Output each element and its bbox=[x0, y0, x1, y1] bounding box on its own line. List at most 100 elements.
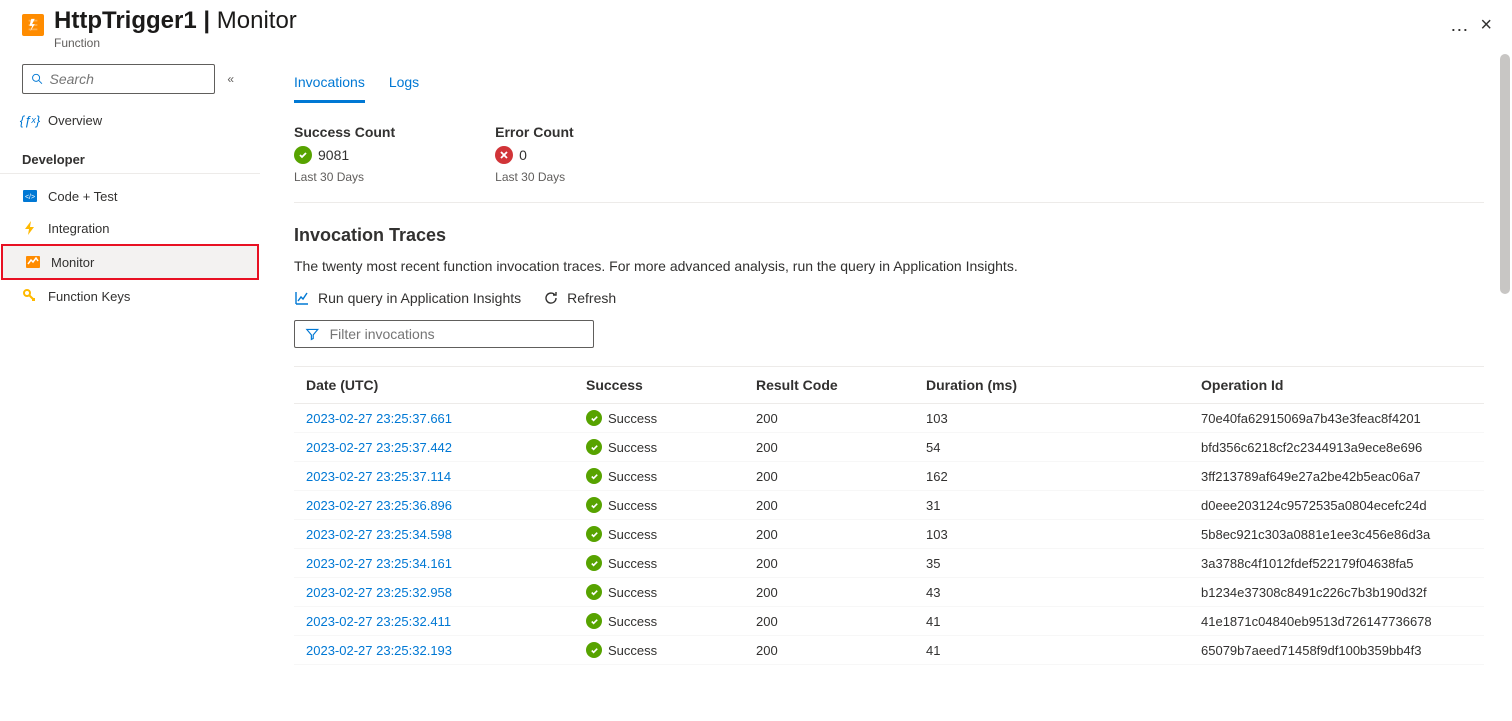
duration: 31 bbox=[914, 491, 1189, 520]
error-x-icon bbox=[495, 146, 513, 164]
duration: 41 bbox=[914, 607, 1189, 636]
success-cell: Success bbox=[586, 468, 732, 484]
col-header-duration[interactable]: Duration (ms) bbox=[914, 367, 1189, 404]
result-code: 200 bbox=[744, 433, 914, 462]
integration-icon bbox=[22, 220, 38, 236]
operation-id: 65079b7aeed71458f9df100b359bb4f3 bbox=[1189, 636, 1484, 665]
refresh-icon bbox=[543, 290, 559, 306]
sidebar-item-function-keys[interactable]: Function Keys bbox=[0, 280, 260, 312]
success-check-icon bbox=[586, 584, 602, 600]
col-header-success[interactable]: Success bbox=[574, 367, 744, 404]
tab-invocations[interactable]: Invocations bbox=[294, 68, 365, 103]
success-check-icon bbox=[586, 497, 602, 513]
main-content: Invocations Logs Success Count 9081 Last… bbox=[260, 54, 1512, 715]
invocation-date-link[interactable]: 2023-02-27 23:25:37.442 bbox=[306, 440, 452, 455]
duration: 162 bbox=[914, 462, 1189, 491]
invocation-traces-table: Date (UTC) Success Result Code Duration … bbox=[294, 366, 1484, 665]
sidebar-item-overview[interactable]: {ƒx} Overview bbox=[0, 104, 260, 136]
operation-id: 3ff213789af649e27a2be42b5eac06a7 bbox=[1189, 462, 1484, 491]
table-row: 2023-02-27 23:25:34.161Success200353a378… bbox=[294, 549, 1484, 578]
sidebar-section-developer: Developer bbox=[0, 136, 260, 174]
result-code: 200 bbox=[744, 404, 914, 433]
table-row: 2023-02-27 23:25:32.411 Success 2004141e18… bbox=[294, 607, 1484, 636]
function-keys-icon bbox=[22, 288, 38, 304]
operation-id: d0eee203124c9572535a0804ecefc24d bbox=[1189, 491, 1484, 520]
result-code: 200 bbox=[744, 607, 914, 636]
table-row: 2023-02-27 23:25:36.896 Success 20031d0eee… bbox=[294, 491, 1484, 520]
search-input-wrap[interactable] bbox=[22, 64, 215, 94]
success-cell: Success bbox=[586, 555, 732, 571]
result-code: 200 bbox=[744, 491, 914, 520]
duration: 103 bbox=[914, 404, 1189, 433]
col-header-operation[interactable]: Operation Id bbox=[1189, 367, 1484, 404]
scrollbar-thumb[interactable] bbox=[1500, 54, 1510, 294]
scrollbar[interactable] bbox=[1500, 54, 1510, 715]
duration: 103 bbox=[914, 520, 1189, 549]
success-cell: Success bbox=[586, 497, 732, 513]
stat-error-title: Error Count bbox=[495, 124, 574, 140]
success-check-icon bbox=[586, 410, 602, 426]
duration: 41 bbox=[914, 636, 1189, 665]
duration: 54 bbox=[914, 433, 1189, 462]
success-cell: Success bbox=[586, 613, 732, 629]
invocation-date-link[interactable]: 2023-02-27 23:25:32.411 bbox=[306, 614, 451, 629]
refresh-button[interactable]: Refresh bbox=[543, 288, 616, 308]
invocation-date-link[interactable]: 2023-02-27 23:25:37.661 bbox=[306, 411, 452, 426]
duration: 35 bbox=[914, 549, 1189, 578]
filter-input[interactable] bbox=[330, 326, 583, 342]
search-input[interactable] bbox=[50, 71, 207, 87]
invocation-traces-desc: The twenty most recent function invocati… bbox=[294, 258, 1484, 274]
success-check-icon bbox=[294, 146, 312, 164]
sidebar-item-integration[interactable]: Integration bbox=[0, 212, 260, 244]
invocation-date-link[interactable]: 2023-02-27 23:25:36.896 bbox=[306, 498, 452, 513]
tabs: Invocations Logs bbox=[294, 68, 1484, 104]
operation-id: b1234e37308c8491c226c7b3b190d32f bbox=[1189, 578, 1484, 607]
stat-success: Success Count 9081 Last 30 Days bbox=[294, 124, 395, 184]
sidebar-item-monitor[interactable]: Monitor bbox=[1, 244, 259, 280]
result-code: 200 bbox=[744, 520, 914, 549]
col-header-date[interactable]: Date (UTC) bbox=[294, 367, 574, 404]
success-check-icon bbox=[586, 613, 602, 629]
invocation-date-link[interactable]: 2023-02-27 23:25:32.193 bbox=[306, 643, 452, 658]
collapse-sidebar-button[interactable]: « bbox=[223, 68, 238, 90]
sidebar-item-code-test[interactable]: </> Code + Test bbox=[0, 180, 260, 212]
operation-id: 41e1871c04840eb9513d726147736678 bbox=[1189, 607, 1484, 636]
result-code: 200 bbox=[744, 578, 914, 607]
col-header-result[interactable]: Result Code bbox=[744, 367, 914, 404]
invocation-date-link[interactable]: 2023-02-27 23:25:34.161 bbox=[306, 556, 452, 571]
monitor-icon bbox=[25, 254, 41, 270]
operation-id: 5b8ec921c303a0881e1ee3c456e86d3a bbox=[1189, 520, 1484, 549]
success-cell: Success bbox=[586, 584, 732, 600]
result-code: 200 bbox=[744, 636, 914, 665]
close-button[interactable]: × bbox=[1474, 14, 1498, 37]
table-row: 2023-02-27 23:25:34.598 Success 2001035b8e… bbox=[294, 520, 1484, 549]
operation-id: bfd356c6218cf2c2344913a9ece8e696 bbox=[1189, 433, 1484, 462]
overview-icon: {ƒx} bbox=[22, 112, 38, 128]
page-subtitle: Function bbox=[54, 36, 1434, 50]
table-row: 2023-02-27 23:25:37.442Success20054bfd35… bbox=[294, 433, 1484, 462]
invocation-date-link[interactable]: 2023-02-27 23:25:32.958 bbox=[306, 585, 452, 600]
sidebar: « {ƒx} Overview Developer </> Code + Tes… bbox=[0, 54, 260, 715]
filter-input-wrap[interactable] bbox=[294, 320, 594, 348]
svg-text:</>: </> bbox=[25, 194, 35, 201]
invocation-date-link[interactable]: 2023-02-27 23:25:37.114 bbox=[306, 469, 451, 484]
more-menu-button[interactable]: ⋯ bbox=[1444, 14, 1474, 47]
success-check-icon bbox=[586, 439, 602, 455]
table-row: 2023-02-27 23:25:37.114Success2001623ff2… bbox=[294, 462, 1484, 491]
page-title: HttpTrigger1 | Monitor bbox=[54, 8, 1434, 34]
duration: 43 bbox=[914, 578, 1189, 607]
invocation-date-link[interactable]: 2023-02-27 23:25:34.598 bbox=[306, 527, 452, 542]
success-cell: Success bbox=[586, 410, 732, 426]
table-row: 2023-02-27 23:25:32.193Success2004165079… bbox=[294, 636, 1484, 665]
code-test-icon: </> bbox=[22, 188, 38, 204]
invocation-traces-title: Invocation Traces bbox=[294, 225, 1484, 246]
run-query-button[interactable]: Run query in Application Insights bbox=[294, 288, 521, 308]
stat-error: Error Count 0 Last 30 Days bbox=[495, 124, 574, 184]
tab-logs[interactable]: Logs bbox=[389, 68, 419, 103]
success-cell: Success bbox=[586, 526, 732, 542]
success-check-icon bbox=[586, 526, 602, 542]
chart-icon bbox=[294, 290, 310, 306]
function-app-icon bbox=[22, 14, 44, 36]
operation-id: 3a3788c4f1012fdef522179f04638fa5 bbox=[1189, 549, 1484, 578]
table-row: 2023-02-27 23:25:32.958 Success 20043b1234… bbox=[294, 578, 1484, 607]
